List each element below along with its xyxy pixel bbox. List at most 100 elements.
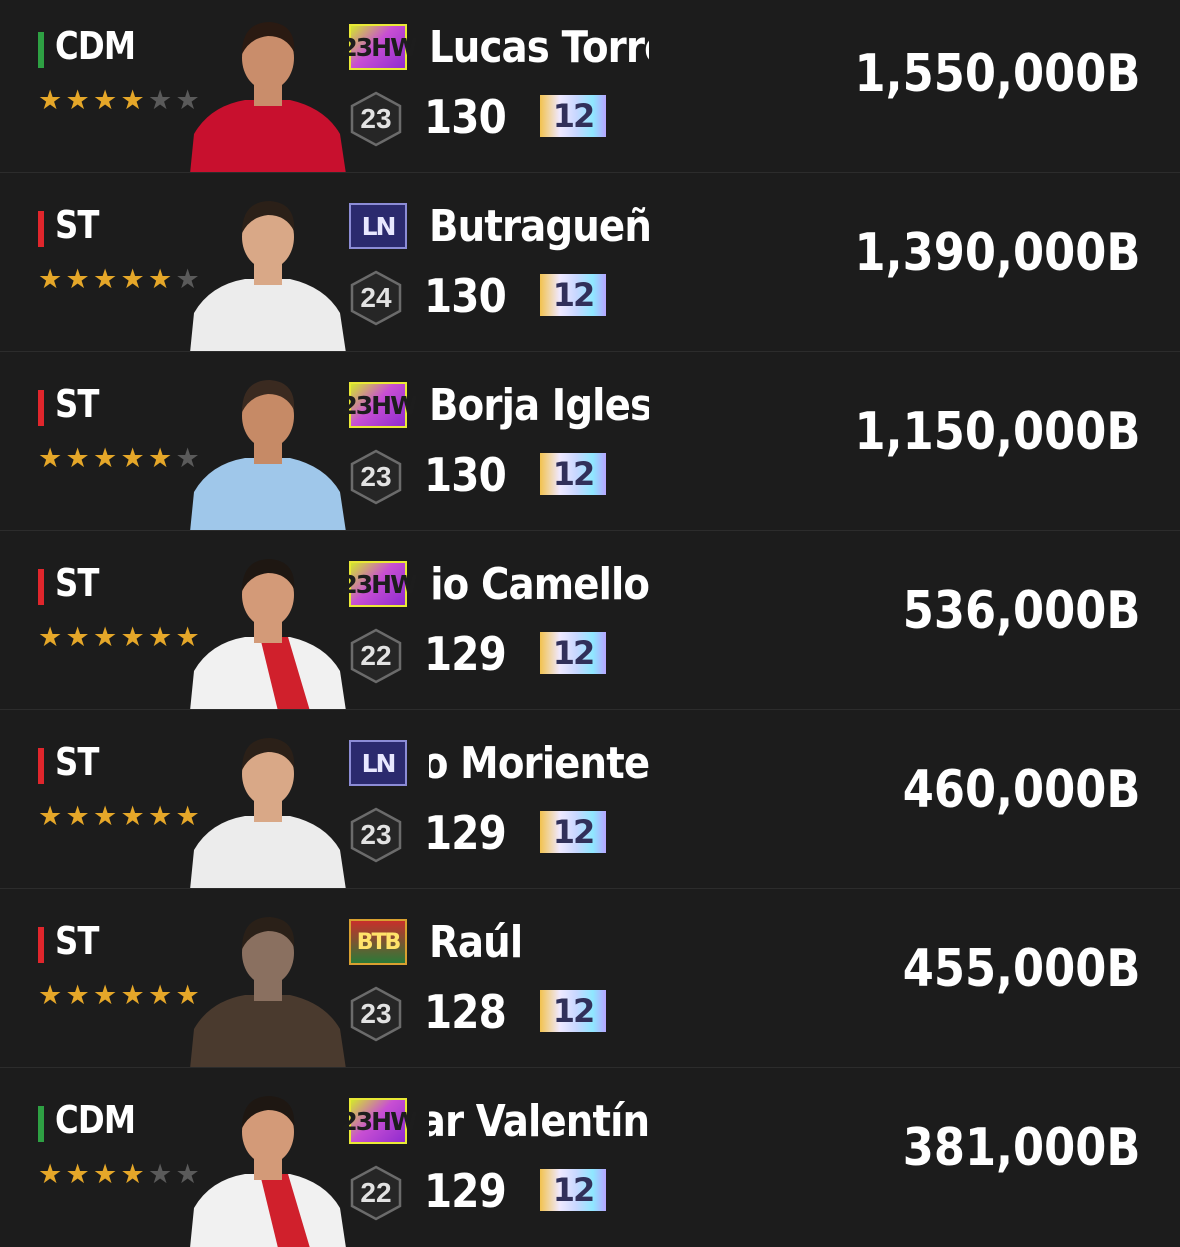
star-icon: ★ (38, 801, 63, 832)
star-icon: ★ (38, 1159, 63, 1190)
player-portrait (190, 917, 346, 1068)
star-icon: ★ (148, 622, 173, 653)
season-badge: LN (349, 740, 407, 786)
upgrade-level-badge: 12 (540, 453, 606, 495)
player-portrait (190, 1096, 346, 1247)
star-icon: ★ (93, 980, 118, 1011)
player-name: scar Valentín (429, 1096, 649, 1147)
star-icon: ★ (148, 264, 173, 295)
position-label: ST (55, 382, 99, 426)
player-row[interactable]: CDM ★ ★ ★ ★ ★ ★ 23HW Lucas Torró 23 130 12 1,… (0, 0, 1180, 173)
star-icon: ★ (93, 264, 118, 295)
player-row[interactable]: ST ★★★★★★ 23HW ergio Camello 22 129 12 5… (0, 530, 1180, 710)
position-label: ST (55, 561, 99, 605)
star-icon: ★ (93, 1159, 118, 1190)
player-portrait (190, 201, 346, 352)
star-icon: ★ (93, 801, 118, 832)
player-portrait (190, 738, 346, 889)
position-label: ST (55, 919, 99, 963)
star-rating: ★ ★ ★ ★ ★ ★ (38, 265, 203, 295)
star-icon: ★ (65, 264, 90, 295)
season-badge: LN (349, 203, 407, 249)
player-portrait (190, 22, 346, 173)
star-icon: ★ (38, 622, 63, 653)
player-name: Butragueño (429, 201, 649, 252)
upgrade-level-badge: 12 (540, 632, 606, 674)
star-icon: ★ (65, 1159, 90, 1190)
star-rating: ★ ★ ★ ★ ★ ★ (38, 1160, 203, 1190)
star-icon: ★ (65, 443, 90, 474)
season-badge: 23HW (340, 561, 418, 607)
position-label: ST (55, 203, 99, 247)
player-price: 455,000B (902, 939, 1140, 999)
star-rating: ★ ★ ★ ★ ★ ★ (38, 802, 203, 832)
star-icon: ★ (148, 980, 173, 1011)
position-label: ST (55, 740, 99, 784)
player-price: 1,550,000B (854, 44, 1140, 104)
position-color-bar (38, 748, 44, 784)
season-badge: BTB (349, 919, 407, 965)
player-level: 23 (360, 819, 392, 850)
star-icon: ★ (93, 85, 118, 116)
overall-rating: 130 (424, 90, 507, 144)
player-level: 24 (360, 282, 392, 313)
upgrade-level-badge: 12 (540, 1169, 606, 1211)
player-name: ndo Moriente (429, 738, 649, 789)
position-label: CDM (55, 1098, 136, 1142)
upgrade-level-badge: 12 (540, 811, 606, 853)
overall-rating: 129 (424, 1164, 507, 1218)
position-color-bar (38, 569, 44, 605)
star-icon: ★ (120, 980, 145, 1011)
position-color-bar (38, 927, 44, 963)
star-icon: ★ (148, 1159, 173, 1190)
player-price: 381,000B (902, 1118, 1140, 1178)
star-icon: ★ (65, 980, 90, 1011)
overall-rating: 128 (424, 985, 507, 1039)
star-icon: ★ (93, 622, 118, 653)
upgrade-level-badge: 12 (540, 990, 606, 1032)
player-price: 1,150,000B (854, 402, 1140, 462)
player-row[interactable]: CDM ★★★★★★ 23HW scar Valentín 22 129 12 … (0, 1067, 1180, 1247)
player-price: 1,390,000B (854, 223, 1140, 283)
player-price: 460,000B (902, 760, 1140, 820)
position-color-bar (38, 1106, 44, 1142)
player-portrait (190, 559, 346, 710)
season-badge: 23HW (340, 382, 418, 428)
star-icon: ★ (65, 85, 90, 116)
player-name: Lucas Torró (429, 22, 649, 73)
star-icon: ★ (120, 443, 145, 474)
season-badge: 23HW (340, 24, 418, 70)
star-icon: ★ (65, 622, 90, 653)
player-name: Raúl (429, 917, 523, 968)
star-icon: ★ (148, 85, 173, 116)
star-icon: ★ (148, 801, 173, 832)
overall-rating: 130 (424, 269, 507, 323)
star-icon: ★ (38, 980, 63, 1011)
position-color-bar (38, 390, 44, 426)
player-level: 23 (360, 461, 392, 492)
star-icon: ★ (93, 443, 118, 474)
player-name: ergio Camello (429, 559, 649, 610)
star-rating: ★ ★ ★ ★ ★ ★ (38, 86, 203, 116)
star-icon: ★ (38, 443, 63, 474)
player-row[interactable]: ST ★★★★★★ LN ndo Moriente 23 129 12 460,… (0, 709, 1180, 889)
player-level: 22 (360, 1177, 392, 1208)
upgrade-level-badge: 12 (540, 274, 606, 316)
star-icon: ★ (148, 443, 173, 474)
player-name: Borja Iglesias (429, 380, 649, 431)
star-icon: ★ (120, 1159, 145, 1190)
player-row[interactable]: ST ★★★★★★ LN Butragueño 24 130 12 1,390,… (0, 172, 1180, 352)
star-icon: ★ (120, 801, 145, 832)
star-icon: ★ (65, 801, 90, 832)
star-icon: ★ (120, 622, 145, 653)
overall-rating: 130 (424, 448, 507, 502)
player-level: 23 (360, 103, 392, 134)
position-label: CDM (55, 24, 136, 68)
player-price-list: CDM ★ ★ ★ ★ ★ ★ 23HW Lucas Torró 23 130 12 1,… (0, 0, 1180, 1247)
player-row[interactable]: ST ★★★★★★ 23HW Borja Iglesias 23 130 12 … (0, 351, 1180, 531)
overall-rating: 129 (424, 627, 507, 681)
star-rating: ★ ★ ★ ★ ★ ★ (38, 981, 203, 1011)
player-row[interactable]: ST ★ ★ ★ ★ ★ ★ BTB Raúl 23 128 12 455,000B (0, 888, 1180, 1068)
star-rating: ★ ★ ★ ★ ★ ★ (38, 623, 203, 653)
player-level: 22 (360, 640, 392, 671)
